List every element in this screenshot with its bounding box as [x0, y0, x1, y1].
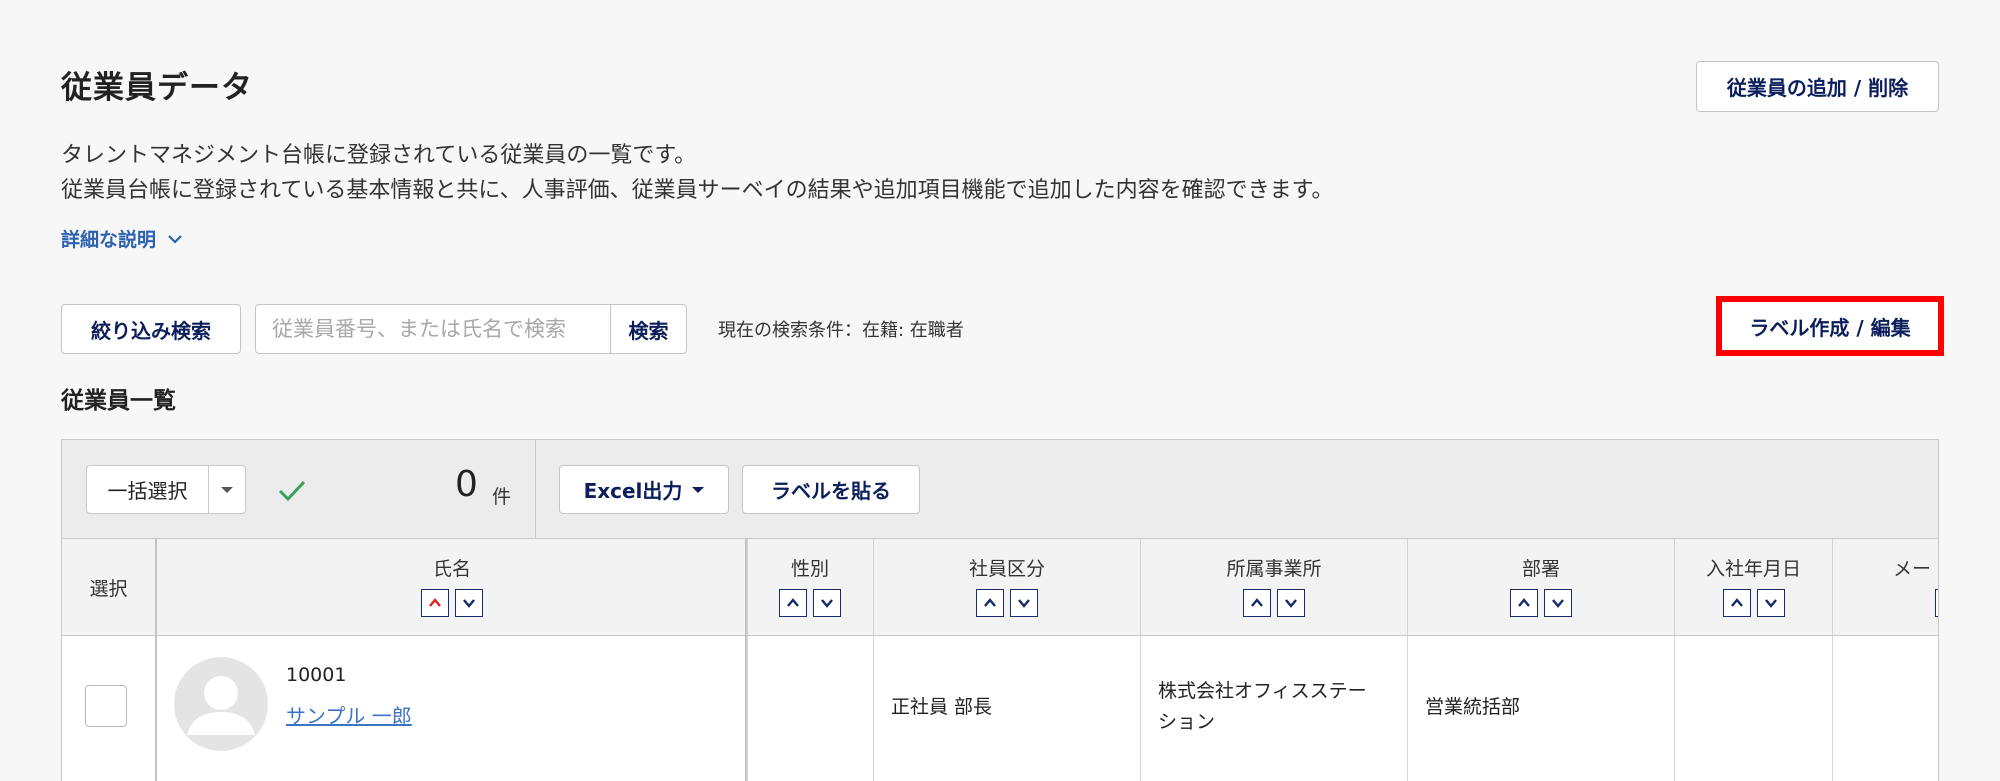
column-name: 氏名	[157, 539, 748, 636]
add-remove-employee-button[interactable]: 従業員の追加 / 削除	[1696, 61, 1939, 112]
column-office: 所属事業所	[1141, 539, 1408, 636]
sort-descending-button[interactable]	[813, 589, 841, 617]
description-line-1: タレントマネジメント台帳に登録されている従業員の一覧です。	[61, 143, 697, 168]
sort-ascending-button[interactable]	[1722, 589, 1751, 617]
row-checkbox[interactable]	[85, 685, 127, 727]
count-unit: 件	[492, 486, 512, 508]
office-value-line-2: ション	[1158, 711, 1216, 733]
column-label-employee-type: 社員区分	[968, 558, 1045, 580]
column-hire-date: 入社年月日	[1675, 539, 1833, 636]
table-row: 10001 サンプル 一郎 正社員 部長 株式会社オフィスステー ション 営業統…	[62, 636, 1938, 781]
description-line-2: 従業員台帳に登録されている基本情報と共に、人事評価、従業員サーベイの結果や追加項…	[61, 178, 1334, 203]
column-mail: メー	[1833, 539, 1938, 636]
office-value: 株式会社オフィスステー ション	[1158, 676, 1367, 738]
department-cell: 営業統括部	[1408, 636, 1675, 781]
sort-ascending-active-button[interactable]	[421, 589, 449, 617]
sort-descending-button[interactable]	[1010, 589, 1038, 617]
check-icon	[278, 480, 306, 502]
sort-descending-button[interactable]	[455, 589, 483, 617]
column-label-select: 選択	[89, 578, 128, 600]
sort-descending-button[interactable]	[1756, 589, 1785, 617]
current-search-condition: 現在の検索条件：在籍: 在職者	[718, 320, 964, 341]
filter-search-button[interactable]: 絞り込み検索	[61, 304, 241, 354]
bulk-select-label: 一括選択	[87, 466, 209, 513]
employee-table: 一括選択 0 件 Excel出力 ラベルを貼る 選択 氏名 性別 社員区分 所属…	[61, 439, 1939, 781]
sort-ascending-button[interactable]	[1243, 589, 1271, 617]
caret-down-icon[interactable]	[209, 466, 245, 513]
office-value-line-1: 株式会社オフィスステー	[1158, 680, 1367, 702]
excel-export-button[interactable]: Excel出力	[559, 465, 729, 514]
employee-id: 10001	[286, 664, 347, 686]
paste-label-button[interactable]: ラベルを貼る	[742, 465, 920, 514]
label-create-edit-button[interactable]: ラベル作成 / 編集	[1716, 296, 1944, 356]
excel-export-label: Excel出力	[583, 479, 683, 503]
column-department: 部署	[1408, 539, 1675, 636]
table-toolbar: 一括選択 0 件 Excel出力 ラベルを貼る	[62, 440, 1938, 539]
section-title: 従業員一覧	[61, 388, 176, 414]
column-label-hire-date: 入社年月日	[1705, 558, 1801, 580]
employee-name-link[interactable]: サンプル 一郎	[286, 700, 412, 729]
name-cell: 10001 サンプル 一郎	[157, 636, 748, 781]
selected-count: 0	[455, 464, 478, 505]
detail-link-label: 詳細な説明	[61, 229, 157, 251]
column-label-name: 氏名	[432, 558, 471, 580]
search-box: 検索	[255, 304, 687, 354]
column-label-mail: メー	[1893, 558, 1932, 580]
employee-type-value: 正社員 部長	[891, 696, 993, 718]
column-select: 選択	[62, 539, 156, 636]
sort-descending-button[interactable]	[1277, 589, 1305, 617]
chevron-down-icon	[168, 234, 182, 244]
column-label-department: 部署	[1521, 558, 1560, 580]
search-button[interactable]: 検索	[610, 305, 686, 353]
avatar	[174, 657, 268, 751]
hire-date-cell	[1675, 636, 1833, 781]
column-gender: 性別	[747, 539, 874, 636]
table-header: 選択 氏名 性別 社員区分 所属事業所 部署 入社年月日 メー	[62, 539, 1938, 636]
toolbar-divider	[535, 440, 536, 539]
search-input[interactable]	[256, 305, 610, 353]
detail-explanation-link[interactable]: 詳細な説明	[61, 225, 184, 252]
column-label-office: 所属事業所	[1226, 558, 1322, 580]
sort-ascending-button[interactable]	[1935, 589, 1938, 617]
employee-type-cell: 正社員 部長	[874, 636, 1141, 781]
mail-cell	[1833, 636, 1938, 781]
sort-ascending-button[interactable]	[1510, 589, 1538, 617]
sort-ascending-button[interactable]	[976, 589, 1004, 617]
select-cell	[62, 636, 156, 781]
person-icon	[187, 676, 255, 735]
sort-descending-button[interactable]	[1544, 589, 1572, 617]
bulk-select-dropdown[interactable]: 一括選択	[86, 465, 246, 514]
column-employee-type: 社員区分	[874, 539, 1141, 636]
caret-down-icon	[692, 486, 705, 493]
column-label-gender: 性別	[790, 558, 829, 580]
department-value: 営業統括部	[1425, 696, 1521, 718]
sort-ascending-button[interactable]	[779, 589, 807, 617]
gender-cell	[747, 636, 874, 781]
page-title: 従業員データ	[61, 70, 253, 106]
office-cell: 株式会社オフィスステー ション	[1141, 636, 1408, 781]
